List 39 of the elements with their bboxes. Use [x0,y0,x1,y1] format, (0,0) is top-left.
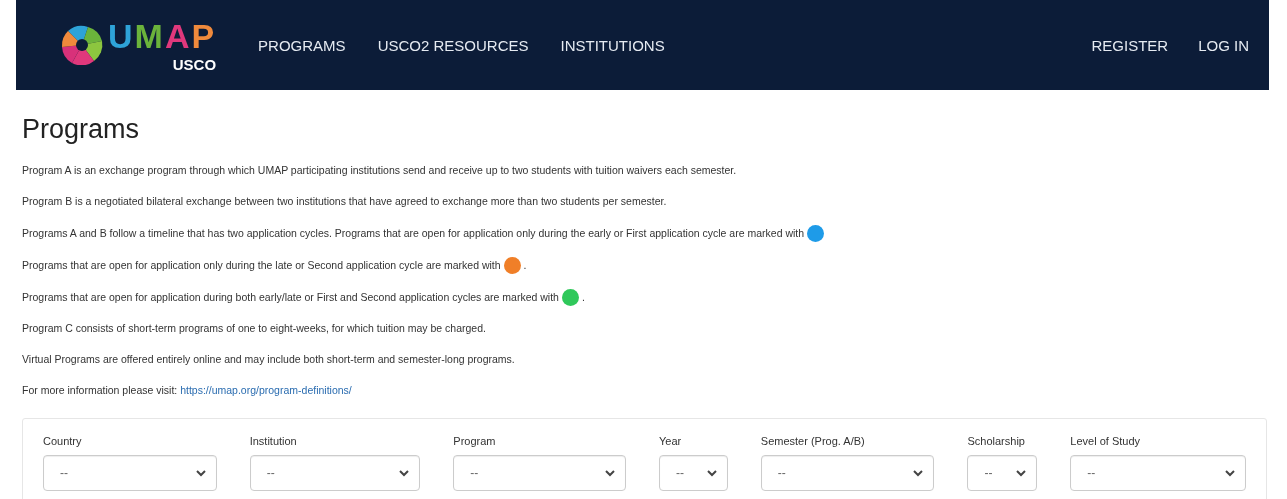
punctuation-text: . [523,259,527,271]
chevron-down-icon [913,469,924,477]
description-text: For more information please visit: https://umap.org/program-definitions/ [22,383,353,398]
nav-link[interactable]: REGISTER [1091,36,1169,54]
filter-label: Level of Study [1070,435,1142,447]
logo-subtitle: USCO [172,56,217,72]
description-text: Program C consists of short-term programs of one to eight-weeks, for which tuition may be charged. [22,321,487,336]
nav-link[interactable]: USCO2 RESOURCES [377,36,529,54]
chevron-down-icon [1016,469,1027,477]
filter-label: Program [453,435,497,447]
select-field[interactable]: -- [760,455,935,491]
description-text: Programs that are open for application only during the late or Second application cycle are marked with [22,259,501,271]
nav-link[interactable]: PROGRAMS [258,36,346,54]
select-field[interactable]: -- [658,455,728,491]
select-field[interactable]: -- [43,455,217,491]
nav-link[interactable]: LOG IN [1198,36,1249,54]
filter-label: Scholarship [967,435,1026,447]
chevron-down-icon [195,469,206,477]
punctuation-text: . [581,291,585,303]
description-text: Programs A and B follow a timeline that has two application cycles. Programs that are open for application only during the early or First application cycle are marked with [22,227,805,239]
nav-link[interactable]: INSTITUTIONS [560,36,665,54]
select-field[interactable]: -- [967,455,1038,491]
description-text: Programs that are open for application during both early/late or First and Second application cycles are marked with [22,291,559,303]
select-field[interactable]: -- [1070,455,1246,491]
chevron-down-icon [706,469,717,477]
description-text: Program B is a negotiated bilateral exchange between two institutions that have agreed to exchange more than two students per semester. [22,194,668,209]
description-text: Virtual Programs are offered entirely online and may include both short-term and semester-long programs. [22,352,516,367]
chevron-down-icon [604,469,615,477]
filter-label: Year [658,435,683,447]
definitions-link[interactable]: https://umap.org/program-definitions/ [180,384,352,396]
filter-label: Institution [249,435,298,447]
page-title: Programs [22,114,141,145]
description-text: Program A is an exchange program through which UMAP participating institutions send and receive up to two students with tuition waivers each semester. [22,163,738,178]
filter-label: Semester (Prog. A/B) [760,435,866,447]
select-field[interactable]: -- [249,455,421,491]
filter-label: Country [43,435,83,447]
chevron-down-icon [399,469,410,477]
chevron-down-icon [1225,469,1235,477]
select-field[interactable]: -- [453,455,626,491]
